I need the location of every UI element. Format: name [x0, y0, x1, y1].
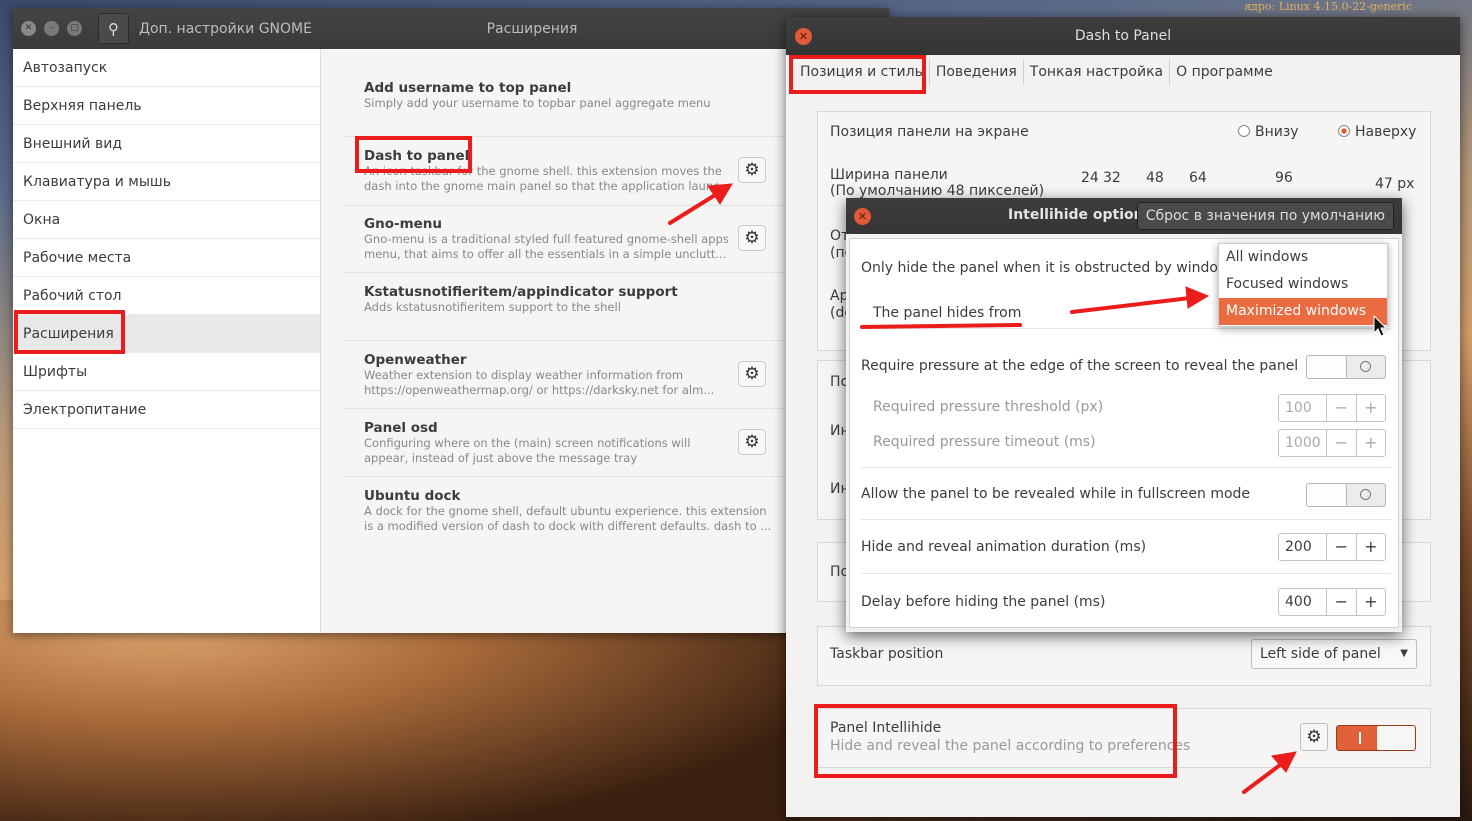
arrow-line: [1070, 296, 1192, 314]
arrow-line: [1242, 760, 1286, 794]
arrow-head: [707, 183, 733, 205]
underline: [860, 323, 1022, 329]
arrow-line: [668, 190, 722, 225]
arrow-head: [1185, 286, 1210, 309]
cursor-icon: [1373, 314, 1388, 337]
annotation-overlay: [668, 183, 1388, 794]
